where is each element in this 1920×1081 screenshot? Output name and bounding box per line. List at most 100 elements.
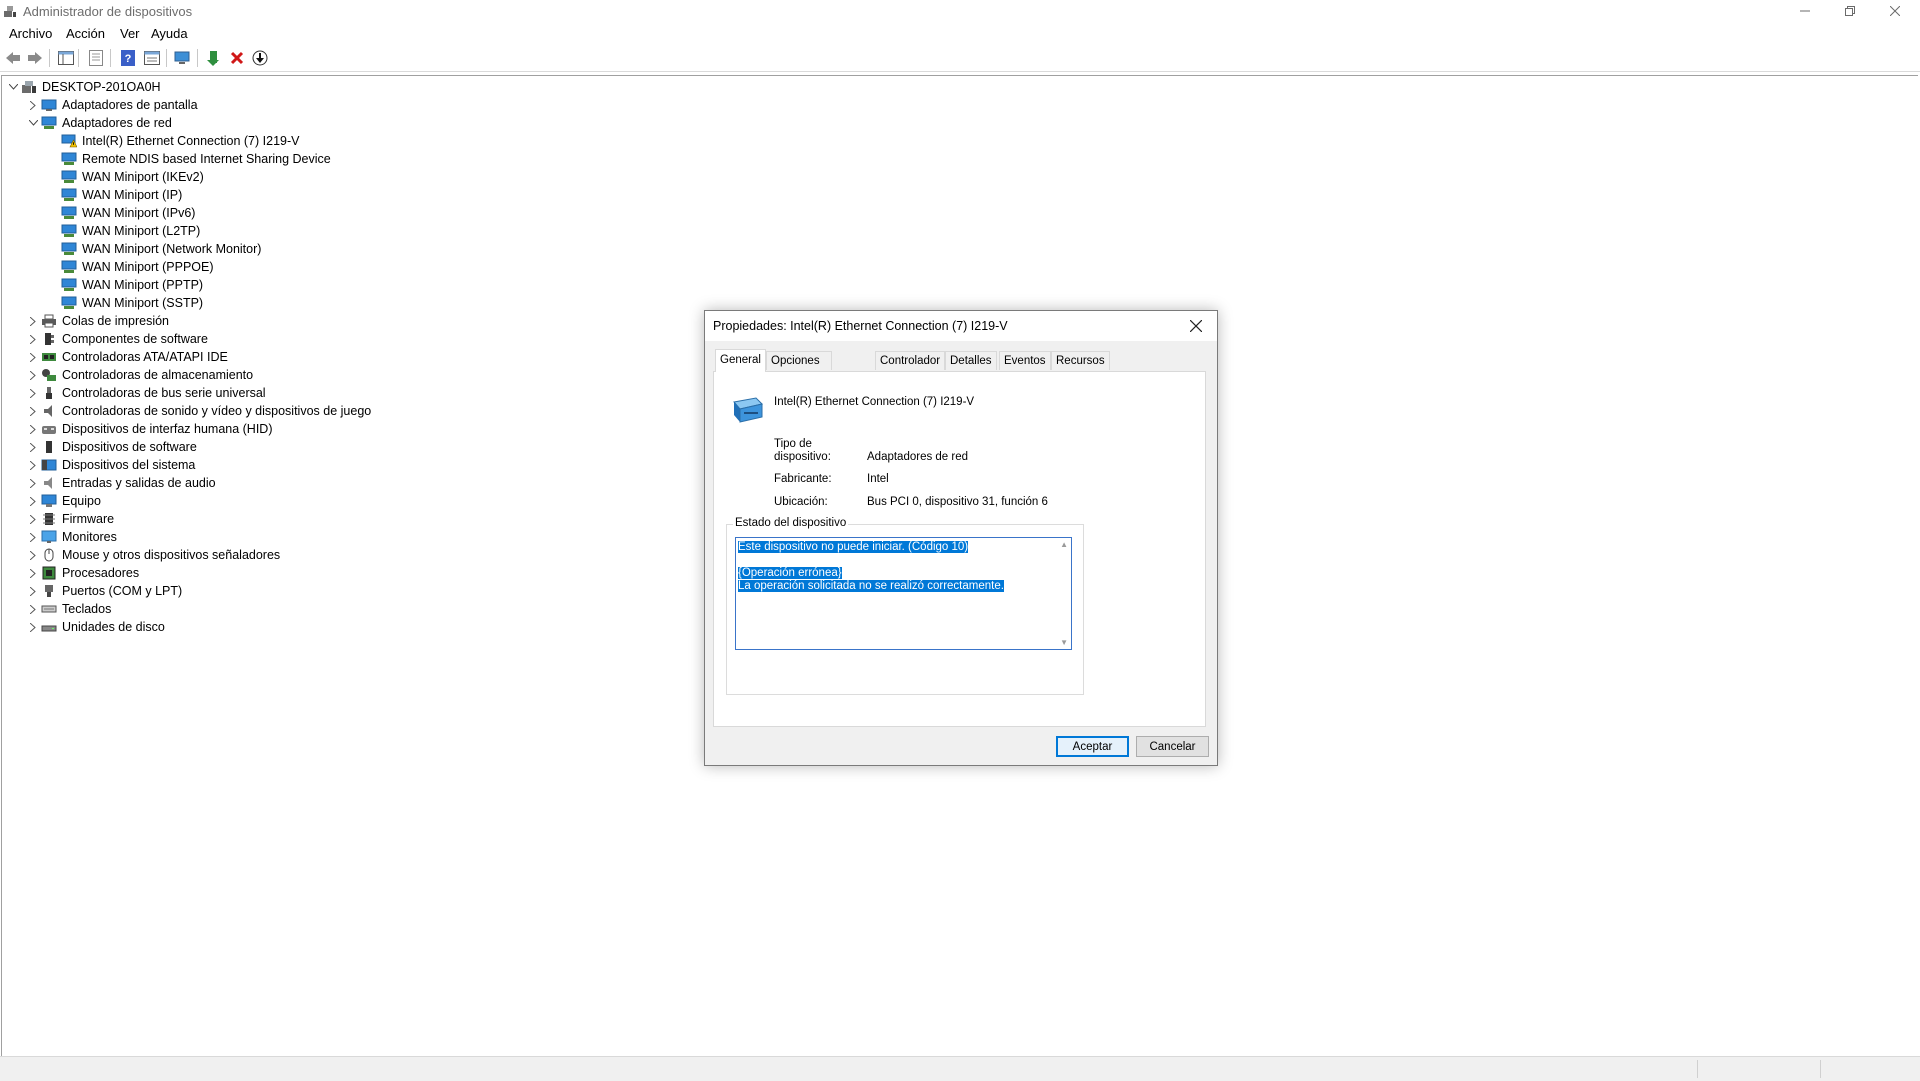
chevron-right-icon[interactable] (26, 312, 40, 330)
device-status-group-title: Estado del dispositivo (733, 517, 849, 529)
close-window-button[interactable] (1872, 0, 1918, 22)
tree-category-controladoras-usb[interactable]: Controladoras de bus serie universal (26, 384, 266, 402)
scroll-up-icon[interactable]: ▲ (1060, 540, 1068, 549)
scroll-down-icon[interactable]: ▼ (1060, 638, 1068, 647)
tree-category-teclados[interactable]: Teclados (26, 600, 111, 618)
chevron-right-icon[interactable] (26, 438, 40, 456)
update-driver-icon[interactable] (204, 48, 224, 68)
tree-device-label: WAN Miniport (PPTP) (82, 278, 204, 292)
tree-device-wan-ikev2[interactable]: WAN Miniport (IKEv2) (60, 168, 204, 186)
menu-archivo[interactable]: Archivo (9, 26, 52, 41)
tree-category-puertos[interactable]: Puertos (COM y LPT) (26, 582, 182, 600)
chevron-right-icon[interactable] (26, 582, 40, 600)
tree-device-remote-ndis[interactable]: Remote NDIS based Internet Sharing Devic… (60, 150, 331, 168)
tree-device-wan-network-monitor[interactable]: WAN Miniport (Network Monitor) (60, 240, 261, 258)
monitor-icon (40, 529, 58, 545)
tab-general[interactable]: General (715, 349, 766, 372)
tree-device-wan-pppoe[interactable]: WAN Miniport (PPPOE) (60, 258, 214, 276)
tree-category-adaptadores-de-pantalla[interactable]: Adaptadores de pantalla (26, 96, 198, 114)
tab-opciones-avanzadas[interactable]: Opciones avanzadas (766, 351, 832, 386)
tree-device-wan-pptp[interactable]: WAN Miniport (PPTP) (60, 276, 203, 294)
tree-category-dispositivos-software[interactable]: Dispositivos de software (26, 438, 197, 456)
tree-category-monitores[interactable]: Monitores (26, 528, 117, 546)
status-bar (0, 1056, 1920, 1081)
menu-accion[interactable]: Acción (66, 26, 105, 41)
menu-ver[interactable]: Ver (120, 26, 140, 41)
tree-category-equipo[interactable]: Equipo (26, 492, 101, 510)
tree-device-wan-l2tp[interactable]: WAN Miniport (L2TP) (60, 222, 200, 240)
dialog-title-bar[interactable]: Propiedades: Intel(R) Ethernet Connectio… (705, 311, 1217, 341)
tree-device-wan-sstp[interactable]: WAN Miniport (SSTP) (60, 294, 203, 312)
chevron-right-icon[interactable] (26, 600, 40, 618)
menu-ayuda[interactable]: Ayuda (151, 26, 188, 41)
tree-category-mouse[interactable]: Mouse y otros dispositivos señaladores (26, 546, 280, 564)
show-hide-console-tree-icon[interactable] (56, 48, 76, 68)
tree-category-controladoras-ata[interactable]: Controladoras ATA/ATAPI IDE (26, 348, 228, 366)
tab-recursos[interactable]: Recursos (1051, 351, 1110, 370)
tree-category-label: Dispositivos de interfaz humana (HID) (62, 422, 273, 436)
chevron-right-icon[interactable] (26, 528, 40, 546)
tree-root[interactable]: DESKTOP-201OA0H (6, 78, 161, 96)
uninstall-device-icon[interactable] (227, 48, 247, 68)
properties-icon[interactable] (86, 48, 106, 68)
chevron-right-icon[interactable] (26, 546, 40, 564)
chevron-right-icon[interactable] (26, 402, 40, 420)
chevron-down-icon[interactable] (6, 78, 20, 96)
toolbar-separator (197, 49, 198, 67)
status-line-operation: {Operación errónea} (738, 567, 842, 579)
tree-device-wan-ipv6[interactable]: WAN Miniport (IPv6) (60, 204, 195, 222)
chevron-right-icon[interactable] (26, 618, 40, 636)
console-view-icon[interactable] (142, 48, 162, 68)
scan-hardware-icon[interactable] (173, 48, 193, 68)
forward-arrow-icon[interactable] (25, 48, 45, 68)
chevron-right-icon[interactable] (26, 492, 40, 510)
network-adapter-icon (60, 259, 78, 275)
tree-category-procesadores[interactable]: Procesadores (26, 564, 139, 582)
device-type-value: Adaptadores de red (867, 451, 969, 463)
dialog-close-button[interactable] (1183, 315, 1209, 337)
firmware-icon (40, 511, 58, 527)
ok-button[interactable]: Aceptar (1056, 736, 1129, 757)
chevron-right-icon[interactable] (26, 96, 40, 114)
network-adapter-icon (60, 205, 78, 221)
chevron-right-icon[interactable] (26, 384, 40, 402)
tree-category-colas-de-impresion[interactable]: Colas de impresión (26, 312, 169, 330)
cancel-button[interactable]: Cancelar (1136, 736, 1209, 757)
help-icon[interactable]: ? (118, 48, 138, 68)
chevron-right-icon[interactable] (26, 420, 40, 438)
chevron-right-icon[interactable] (26, 564, 40, 582)
tree-category-unidades-disco[interactable]: Unidades de disco (26, 618, 165, 636)
chevron-right-icon[interactable] (26, 330, 40, 348)
chevron-right-icon[interactable] (26, 366, 40, 384)
computer-icon (20, 79, 38, 95)
tree-category-entradas-audio[interactable]: Entradas y salidas de audio (26, 474, 216, 492)
network-adapter-icon (60, 169, 78, 185)
tree-category-adaptadores-de-red[interactable]: Adaptadores de red (26, 114, 172, 132)
tree-category-componentes-de-software[interactable]: Componentes de software (26, 330, 208, 348)
enable-device-icon[interactable] (250, 48, 270, 68)
usb-icon (40, 385, 58, 401)
software-component-icon (40, 331, 58, 347)
network-adapter-icon (60, 241, 78, 257)
restore-button[interactable] (1827, 0, 1873, 22)
tree-category-firmware[interactable]: Firmware (26, 510, 114, 528)
device-status-textbox[interactable]: Este dispositivo no puede iniciar. (Códi… (735, 537, 1072, 650)
tree-category-hid[interactable]: Dispositivos de interfaz humana (HID) (26, 420, 273, 438)
chevron-right-icon[interactable] (26, 474, 40, 492)
back-arrow-icon[interactable] (3, 48, 23, 68)
processor-icon (40, 565, 58, 581)
chevron-down-icon[interactable] (26, 114, 40, 132)
tree-device-wan-ip[interactable]: WAN Miniport (IP) (60, 186, 182, 204)
tree-category-controladoras-sonido[interactable]: Controladoras de sonido y vídeo y dispos… (26, 402, 371, 420)
tree-category-controladoras-almacenamiento[interactable]: Controladoras de almacenamiento (26, 366, 253, 384)
chevron-right-icon[interactable] (26, 348, 40, 366)
svg-text:?: ? (125, 53, 132, 65)
tree-device-intel-ethernet[interactable]: Intel(R) Ethernet Connection (7) I219-V (60, 132, 299, 150)
tab-detalles[interactable]: Detalles (945, 351, 997, 370)
minimize-button[interactable] (1782, 0, 1828, 22)
tab-controlador[interactable]: Controlador (875, 351, 946, 370)
chevron-right-icon[interactable] (26, 510, 40, 528)
tab-eventos[interactable]: Eventos (999, 351, 1051, 370)
chevron-right-icon[interactable] (26, 456, 40, 474)
tree-category-dispositivos-sistema[interactable]: Dispositivos del sistema (26, 456, 195, 474)
